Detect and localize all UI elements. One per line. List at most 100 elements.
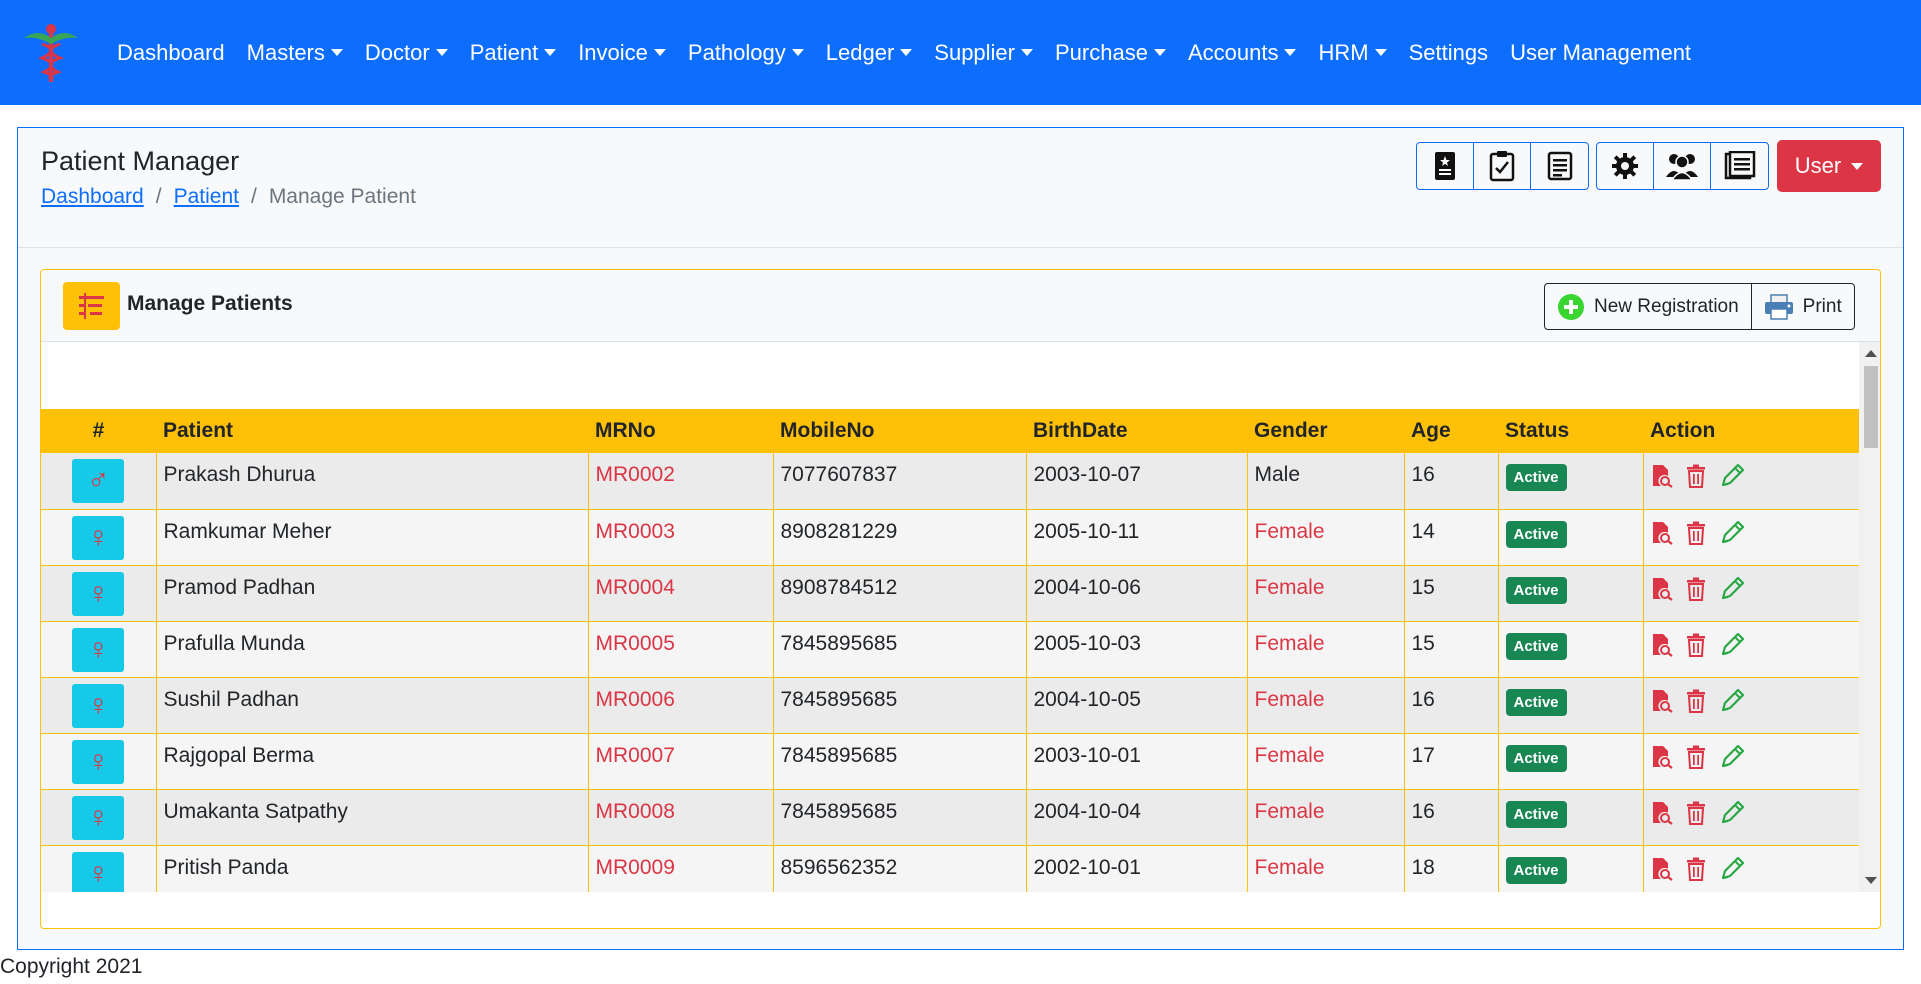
nav-item-purchase[interactable]: Purchase xyxy=(1044,40,1177,66)
contact-book-icon xyxy=(1435,152,1455,180)
scrollbar-thumb[interactable] xyxy=(1864,366,1878,448)
nav-item-hrm[interactable]: HRM xyxy=(1307,40,1397,66)
mobile-cell: 8908784512 xyxy=(773,565,1027,622)
delete-trash-icon[interactable] xyxy=(1685,745,1707,769)
view-record-icon[interactable] xyxy=(1651,745,1673,769)
view-record-icon[interactable] xyxy=(1651,801,1673,825)
delete-trash-icon[interactable] xyxy=(1685,464,1707,488)
manage-patients-panel: Manage Patients New Registration Print #… xyxy=(40,269,1881,929)
edit-pencil-icon[interactable] xyxy=(1719,856,1745,882)
view-record-icon[interactable] xyxy=(1651,577,1673,601)
nav-item-supplier[interactable]: Supplier xyxy=(923,40,1044,66)
nav-item-user-management[interactable]: User Management xyxy=(1499,40,1702,66)
column-header[interactable]: Age xyxy=(1404,409,1498,453)
table-row[interactable]: ♀ Pramod Padhan MR0004 8908784512 2004-10-06… xyxy=(41,565,1859,622)
filter-list-icon xyxy=(63,282,120,330)
delete-trash-icon[interactable] xyxy=(1685,801,1707,825)
column-header[interactable]: # xyxy=(41,409,156,453)
plus-circle-icon xyxy=(1557,293,1585,321)
table-scrollbar[interactable] xyxy=(1859,342,1880,892)
nav-item-label: Purchase xyxy=(1055,39,1148,65)
nav-item-label: Ledger xyxy=(825,39,895,65)
row-gender-cell: ♂ xyxy=(41,453,157,510)
chevron-down-icon xyxy=(435,49,448,56)
chevron-down-icon xyxy=(544,49,557,56)
user-menu-button[interactable]: User xyxy=(1777,140,1881,192)
nav-item-dashboard[interactable]: Dashboard xyxy=(106,40,236,66)
column-header[interactable]: Patient xyxy=(156,409,588,453)
nav-item-pathology[interactable]: Pathology xyxy=(677,40,815,66)
nav-item-ledger[interactable]: Ledger xyxy=(815,40,924,66)
column-header[interactable]: Status xyxy=(1498,409,1643,453)
patients-table: # Patient MRNo MobileNo BirthDate Gender… xyxy=(41,409,1859,892)
checklist-button[interactable] xyxy=(1474,143,1531,189)
action-cell xyxy=(1643,453,1859,510)
panel-title: Manage Patients xyxy=(127,292,293,315)
edit-pencil-icon[interactable] xyxy=(1719,576,1745,602)
action-cell xyxy=(1643,845,1859,892)
column-header[interactable]: MRNo xyxy=(588,409,773,453)
delete-trash-icon[interactable] xyxy=(1685,577,1707,601)
users-group-button[interactable] xyxy=(1654,143,1711,189)
status-badge: Active xyxy=(1505,464,1567,491)
gender-symbol-icon: ♀ xyxy=(72,851,125,892)
scroll-up-arrow-icon[interactable] xyxy=(1865,350,1877,357)
nav-item-patient[interactable]: Patient xyxy=(459,40,568,66)
table-row[interactable]: ♀ Ramkumar Meher MR0003 8908281229 2005-10-1… xyxy=(41,509,1859,566)
column-header[interactable]: MobileNo xyxy=(773,409,1026,453)
gender-symbol-icon: ♀ xyxy=(72,795,125,840)
column-header[interactable]: Gender xyxy=(1247,409,1404,453)
nav-item-accounts[interactable]: Accounts xyxy=(1177,40,1308,66)
panel-header: Manage Patients New Registration Print xyxy=(41,270,1880,342)
scroll-down-arrow-icon[interactable] xyxy=(1865,877,1877,884)
print-button[interactable]: Print xyxy=(1752,284,1854,329)
table-row[interactable]: ♀ Pritish Panda MR0009 8596562352 2002-10-01… xyxy=(41,845,1859,892)
view-record-icon[interactable] xyxy=(1651,689,1673,713)
edit-pencil-icon[interactable] xyxy=(1719,688,1745,714)
edit-pencil-icon[interactable] xyxy=(1719,520,1745,546)
gender-cell: Female xyxy=(1247,789,1405,846)
table-row[interactable]: ♂ Prakash Dhurua MR0002 7077607837 2003-10-0… xyxy=(41,453,1859,510)
view-record-icon[interactable] xyxy=(1651,633,1673,657)
nav-item-settings[interactable]: Settings xyxy=(1398,40,1500,66)
breadcrumb-dashboard-link[interactable]: Dashboard xyxy=(41,185,144,209)
birthdate-cell: 2004-10-04 xyxy=(1026,789,1248,846)
nav-item-masters[interactable]: Masters xyxy=(236,40,354,66)
column-header[interactable]: Action xyxy=(1643,409,1859,453)
printer-icon xyxy=(1764,293,1794,320)
patient-name-cell: Prafulla Munda xyxy=(156,621,589,678)
delete-trash-icon[interactable] xyxy=(1685,857,1707,881)
mobile-cell: 8596562352 xyxy=(773,845,1027,892)
view-record-icon[interactable] xyxy=(1651,521,1673,545)
view-record-icon[interactable] xyxy=(1651,464,1673,488)
gender-symbol-icon: ♀ xyxy=(72,627,125,672)
contact-book-button[interactable] xyxy=(1417,143,1474,189)
caduceus-logo-icon[interactable] xyxy=(20,20,82,84)
edit-pencil-icon[interactable] xyxy=(1719,800,1745,826)
table-row[interactable]: ♀ Umakanta Satpathy MR0008 7845895685 2004-1… xyxy=(41,789,1859,846)
mrno-cell: MR0003 xyxy=(588,509,774,566)
nav-item-doctor[interactable]: Doctor xyxy=(354,40,459,66)
new-registration-button[interactable]: New Registration xyxy=(1545,284,1752,329)
delete-trash-icon[interactable] xyxy=(1685,521,1707,545)
edit-pencil-icon[interactable] xyxy=(1719,744,1745,770)
delete-trash-icon[interactable] xyxy=(1685,633,1707,657)
delete-trash-icon[interactable] xyxy=(1685,689,1707,713)
patient-name-cell: Umakanta Satpathy xyxy=(156,789,589,846)
edit-pencil-icon[interactable] xyxy=(1719,463,1745,489)
nav-item-label: Invoice xyxy=(578,39,648,65)
breadcrumb-separator: / xyxy=(250,185,257,208)
table-row[interactable]: ♀ Sushil Padhan MR0006 7845895685 2004-10-05… xyxy=(41,677,1859,734)
view-record-icon[interactable] xyxy=(1651,857,1673,881)
edit-pencil-icon[interactable] xyxy=(1719,632,1745,658)
status-badge: Active xyxy=(1505,688,1567,716)
table-row[interactable]: ♀ Rajgopal Berma MR0007 7845895685 2003-10-0… xyxy=(41,733,1859,790)
gender-cell: Female xyxy=(1247,677,1405,734)
stack-records-button[interactable] xyxy=(1711,143,1768,189)
nav-item-invoice[interactable]: Invoice xyxy=(567,40,677,66)
breadcrumb-patient-link[interactable]: Patient xyxy=(174,185,239,209)
table-row[interactable]: ♀ Prafulla Munda MR0005 7845895685 2005-10-0… xyxy=(41,621,1859,678)
settings-button[interactable] xyxy=(1597,143,1654,189)
list-document-button[interactable] xyxy=(1531,143,1588,189)
column-header[interactable]: BirthDate xyxy=(1026,409,1247,453)
